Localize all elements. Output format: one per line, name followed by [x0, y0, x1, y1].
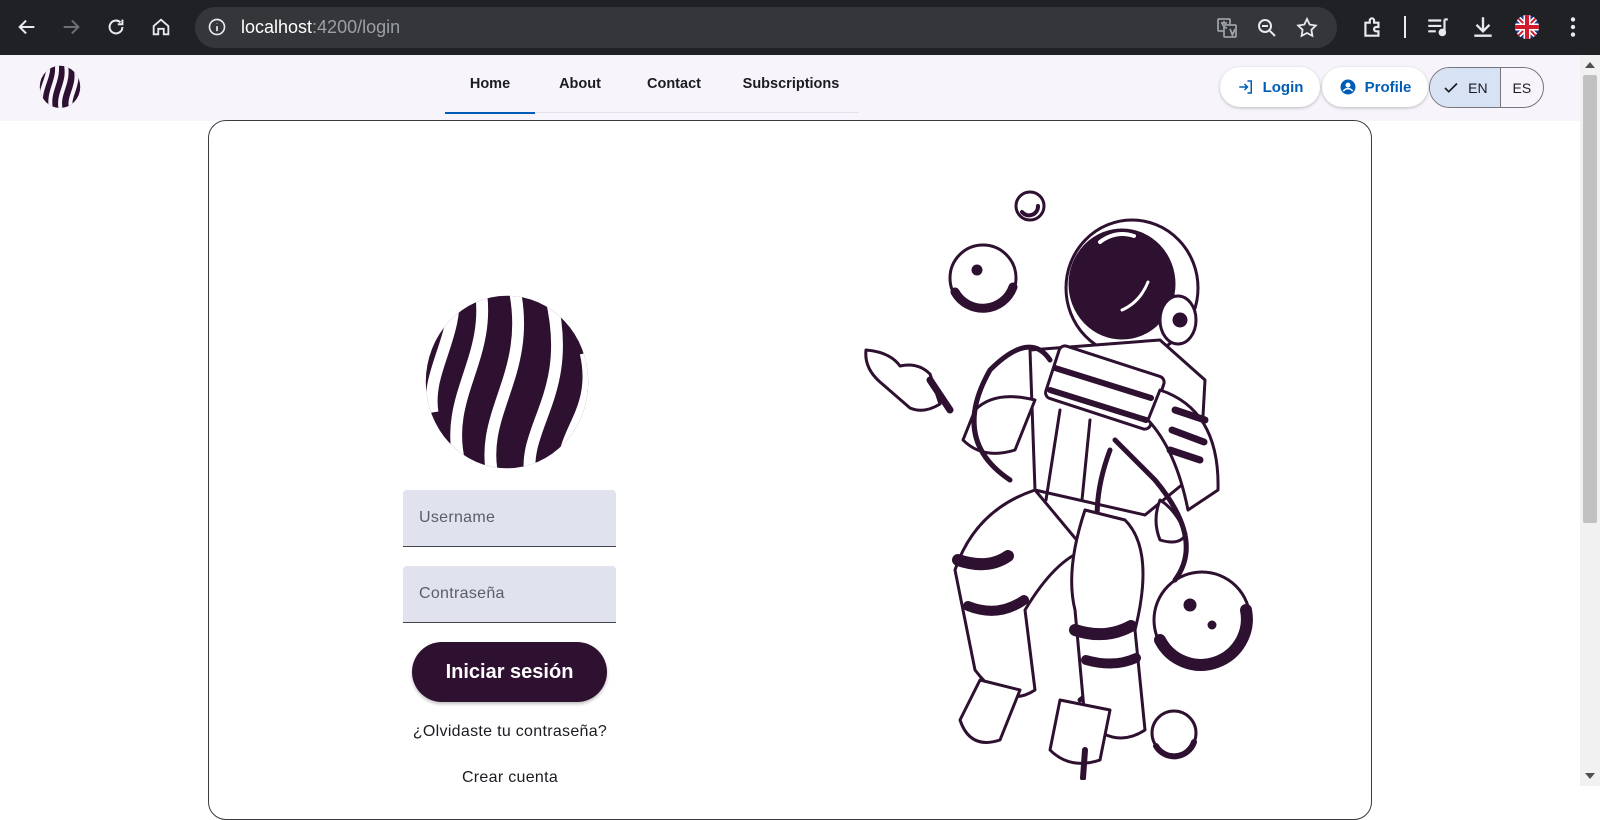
login-icon — [1238, 80, 1252, 94]
tab-home[interactable]: Home — [445, 55, 535, 114]
lang-en-label: EN — [1468, 79, 1488, 96]
login-button[interactable]: Login — [1220, 67, 1320, 107]
language-toggle: EN ES — [1429, 67, 1544, 108]
lang-en-button[interactable]: EN — [1430, 68, 1501, 107]
forward-icon[interactable] — [49, 5, 93, 49]
url-host: localhost — [241, 17, 313, 37]
scroll-down-icon[interactable] — [1585, 773, 1595, 779]
url-path: :4200/login — [312, 17, 401, 37]
account-circle-icon — [1340, 79, 1356, 95]
download-icon[interactable] — [1470, 14, 1496, 40]
check-icon — [1444, 82, 1458, 93]
astronaut-illustration — [860, 180, 1280, 781]
brand-logo-large-icon — [422, 294, 592, 470]
translate-icon[interactable] — [1215, 16, 1239, 40]
password-field[interactable] — [403, 566, 616, 623]
brand-logo-icon[interactable] — [38, 63, 82, 109]
media-queue-icon[interactable] — [1425, 14, 1451, 40]
lang-es-label: ES — [1512, 79, 1532, 96]
site-info-icon[interactable] — [207, 17, 227, 37]
profile-label: Profile — [1364, 78, 1412, 96]
zoom-out-icon[interactable] — [1255, 16, 1279, 40]
submit-login-button[interactable]: Iniciar sesión — [412, 642, 607, 702]
app-header: Home About Contact Subscriptions Login P… — [0, 55, 1580, 121]
scroll-up-icon[interactable] — [1585, 62, 1595, 68]
tab-contact[interactable]: Contact — [625, 55, 723, 113]
home-icon[interactable] — [139, 5, 183, 49]
forgot-password-link[interactable]: ¿Olvidaste tu contraseña? — [395, 723, 625, 741]
back-icon[interactable] — [5, 5, 49, 49]
create-account-link[interactable]: Crear cuenta — [395, 769, 625, 787]
uk-flag-icon[interactable] — [1514, 14, 1540, 40]
star-icon[interactable] — [1295, 16, 1319, 40]
puzzle-icon[interactable] — [1360, 14, 1386, 40]
page-scrollbar[interactable] — [1580, 55, 1600, 786]
address-bar[interactable]: localhost:4200/login — [195, 7, 1337, 48]
reload-icon[interactable] — [94, 5, 138, 49]
main-nav-tabs: Home About Contact Subscriptions — [445, 55, 859, 114]
toolbar-divider — [1404, 16, 1406, 38]
scrollbar-thumb[interactable] — [1583, 75, 1597, 523]
login-label: Login — [1262, 78, 1304, 96]
username-field[interactable] — [403, 490, 616, 547]
tab-about[interactable]: About — [535, 55, 625, 113]
profile-button[interactable]: Profile — [1322, 67, 1428, 107]
browser-toolbar: localhost:4200/login — [0, 0, 1600, 55]
kebab-menu-icon[interactable] — [1560, 14, 1586, 40]
url-text[interactable]: localhost:4200/login — [241, 17, 400, 38]
username-input[interactable] — [403, 490, 616, 546]
tab-subscriptions[interactable]: Subscriptions — [723, 55, 859, 113]
lang-es-button[interactable]: ES — [1501, 68, 1543, 107]
password-input[interactable] — [403, 566, 616, 622]
